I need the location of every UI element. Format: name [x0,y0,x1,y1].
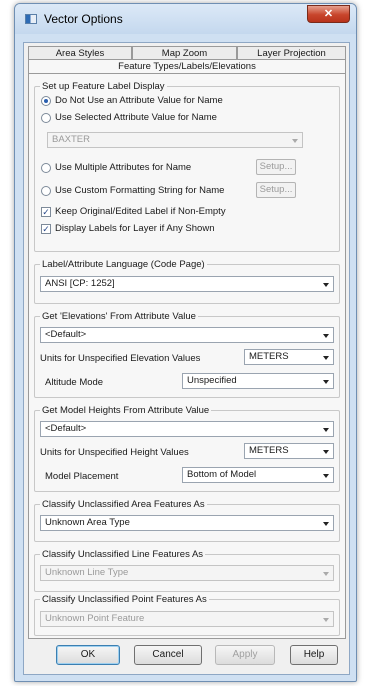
keep-original-checkbox[interactable]: ✓ [41,206,51,217]
radio-button[interactable] [41,185,51,196]
radio-button[interactable] [41,95,51,106]
elevations-group: Get 'Elevations' From Attribute Value <D… [34,311,340,398]
tab-area-styles[interactable]: Area Styles [28,46,132,60]
chevron-down-icon [323,618,329,622]
model-placement-dropdown[interactable]: Bottom of Model [182,467,334,483]
point-type-dropdown[interactable]: Unknown Point Feature [40,611,334,627]
altitude-mode-label: Altitude Mode [45,377,104,388]
tab-row: Area Styles Map Zoom Layer Projection [28,46,346,60]
group-title: Get 'Elevations' From Attribute Value [40,311,198,322]
tab-panel: Set up Feature Label Display Do Not Use … [28,73,346,639]
chevron-down-icon [323,450,329,454]
radio-multiple-attributes[interactable]: Use Multiple Attributes for Name [41,162,191,173]
group-title: Classify Unclassified Line Features As [40,549,206,560]
group-title: Get Model Heights From Attribute Value [40,405,212,416]
chevron-down-icon [323,356,329,360]
classify-line-group: Classify Unclassified Line Features As U… [34,549,340,592]
chevron-down-icon [323,283,329,287]
height-attribute-dropdown[interactable]: <Default> [40,421,334,437]
display-labels-checkbox[interactable]: ✓ [41,223,51,234]
dropdown-value: Bottom of Model [187,469,257,480]
group-title: Classify Unclassified Point Features As [40,594,209,605]
radio-custom-format[interactable]: Use Custom Formatting String for Name [41,185,224,196]
heights-group: Get Model Heights From Attribute Value <… [34,405,340,492]
title-bar[interactable]: Vector Options ✕ [15,4,356,34]
dropdown-value: METERS [249,445,289,456]
setup-multiple-button[interactable]: Setup... [256,159,296,175]
altitude-mode-dropdown[interactable]: Unspecified [182,373,334,389]
chevron-down-icon [323,380,329,384]
radio-button[interactable] [41,162,51,173]
model-placement-label: Model Placement [45,471,119,482]
chevron-down-icon [292,139,298,143]
radio-button[interactable] [41,112,51,123]
display-labels-checkbox-row[interactable]: ✓ Display Labels for Layer if Any Shown [41,223,214,234]
keep-original-checkbox-row[interactable]: ✓ Keep Original/Edited Label if Non-Empt… [41,206,226,217]
dialog-client-area: Area Styles Map Zoom Layer Projection Fe… [23,42,350,675]
area-type-dropdown[interactable]: Unknown Area Type [40,515,334,531]
setup-custom-button[interactable]: Setup... [256,182,296,198]
checkbox-label: Display Labels for Layer if Any Shown [55,223,215,234]
apply-button[interactable]: Apply [215,645,275,665]
group-title: Set up Feature Label Display [40,81,167,92]
height-units-dropdown[interactable]: METERS [244,443,334,459]
chevron-down-icon [323,334,329,338]
tab-map-zoom[interactable]: Map Zoom [132,46,237,60]
classify-area-group: Classify Unclassified Area Features As U… [34,499,340,542]
elevation-units-dropdown[interactable]: METERS [244,349,334,365]
code-page-dropdown[interactable]: ANSI [CP: 1252] [40,276,334,292]
tab-layer-projection[interactable]: Layer Projection [237,46,346,60]
radio-selected-attribute[interactable]: Use Selected Attribute Value for Name [41,112,217,123]
radio-label: Do Not Use an Attribute Value for Name [55,95,223,106]
dropdown-value: Unknown Line Type [45,567,129,578]
window-title: Vector Options [44,12,123,26]
dropdown-value: ANSI [CP: 1252] [45,278,115,289]
group-title: Classify Unclassified Area Features As [40,499,207,510]
dropdown-value: Unknown Area Type [45,517,130,528]
chevron-down-icon [323,428,329,432]
checkbox-label: Keep Original/Edited Label if Non-Empty [55,206,226,217]
dropdown-value: <Default> [45,329,87,340]
label-display-group: Set up Feature Label Display Do Not Use … [34,81,340,252]
dropdown-value: Unknown Point Feature [45,613,145,624]
dropdown-value: BAXTER [52,134,91,145]
dropdown-value: <Default> [45,423,87,434]
chevron-down-icon [323,522,329,526]
tab-feature-types[interactable]: Feature Types/Labels/Elevations [28,59,346,74]
radio-label: Use Multiple Attributes for Name [55,162,192,173]
attribute-value-dropdown[interactable]: BAXTER [47,132,303,148]
vector-options-window: Vector Options ✕ Area Styles Map Zoom La… [14,3,357,682]
chevron-down-icon [323,572,329,576]
dropdown-value: METERS [249,351,289,362]
group-title: Label/Attribute Language (Code Page) [40,259,207,270]
classify-point-group: Classify Unclassified Point Features As … [34,594,340,636]
line-type-dropdown[interactable]: Unknown Line Type [40,565,334,581]
ok-button[interactable]: OK [56,645,120,665]
app-icon [25,14,37,24]
radio-no-attribute[interactable]: Do Not Use an Attribute Value for Name [41,95,223,106]
radio-label: Use Custom Formatting String for Name [55,185,225,196]
radio-label: Use Selected Attribute Value for Name [55,112,217,123]
cancel-button[interactable]: Cancel [134,645,202,665]
dropdown-value: Unspecified [187,375,237,386]
close-button[interactable]: ✕ [307,5,350,23]
elevation-attribute-dropdown[interactable]: <Default> [40,327,334,343]
language-group: Label/Attribute Language (Code Page) ANS… [34,259,340,304]
elevation-units-label: Units for Unspecified Elevation Values [40,353,201,364]
height-units-label: Units for Unspecified Height Values [40,447,189,458]
chevron-down-icon [323,474,329,478]
help-button[interactable]: Help [290,645,338,665]
close-icon: ✕ [323,8,334,20]
